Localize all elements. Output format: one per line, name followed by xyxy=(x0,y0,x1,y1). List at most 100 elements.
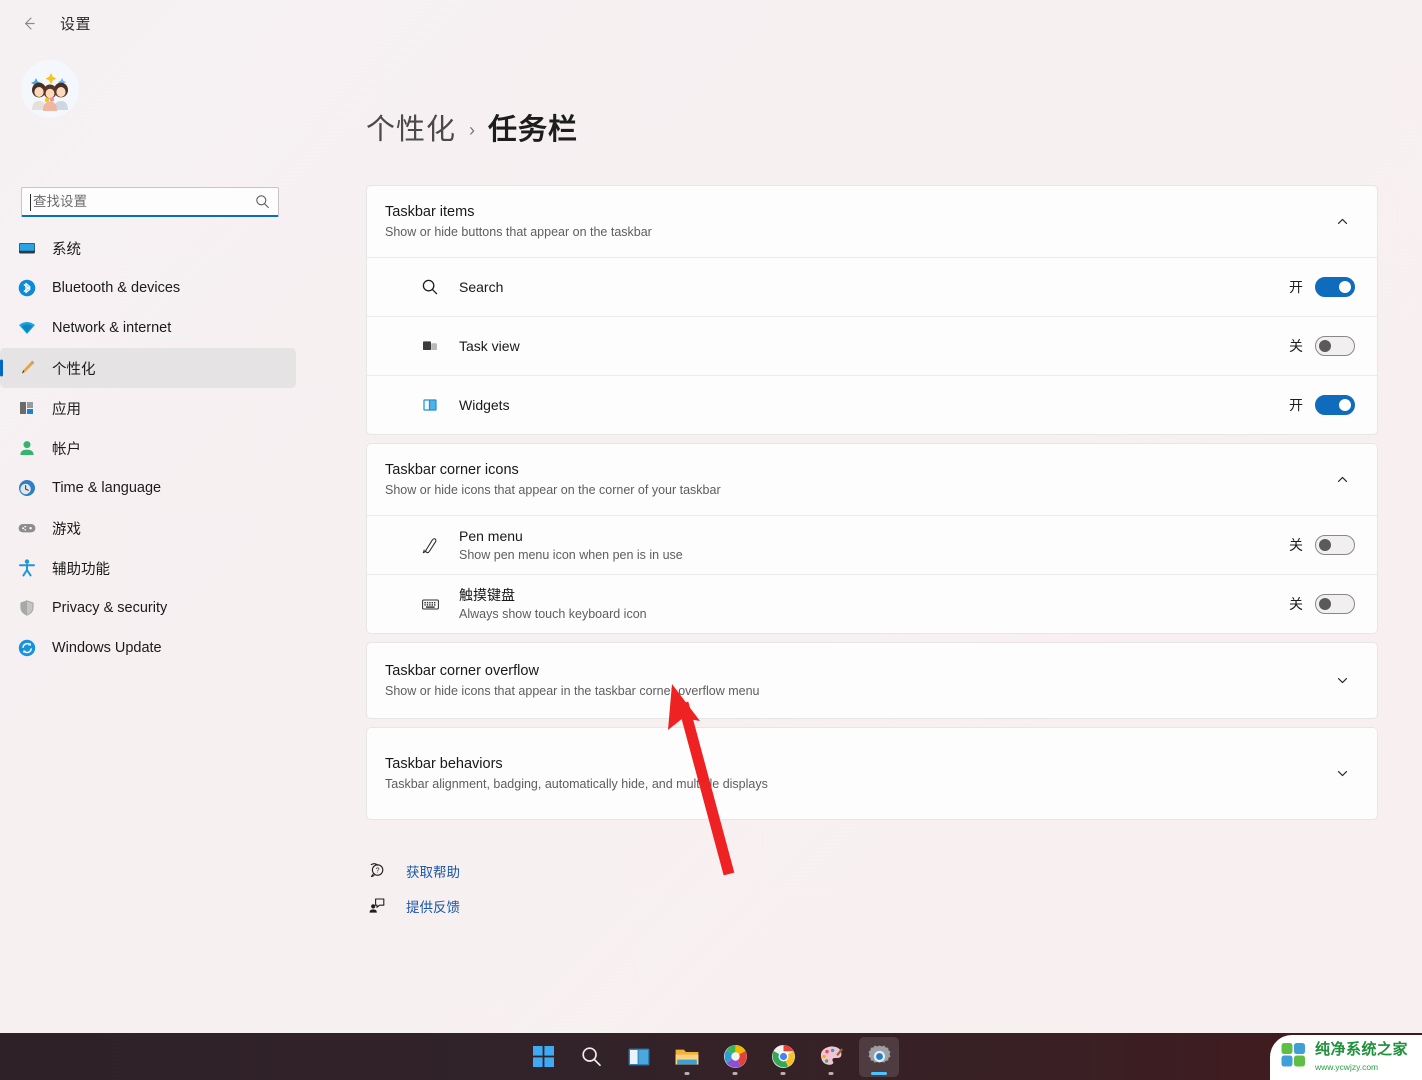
toggle-knob xyxy=(1339,281,1351,293)
chevron-up-icon[interactable] xyxy=(1329,467,1355,493)
row-subtitle: Show pen menu icon when pen is in use xyxy=(459,548,683,562)
sidebar-item-apps[interactable]: 应用 xyxy=(0,388,296,428)
sidebar-item-network-internet[interactable]: Network & internet xyxy=(0,308,296,348)
row-texts: Search xyxy=(459,277,1289,297)
taskbar-chrome-beta-button[interactable] xyxy=(715,1037,755,1077)
link-label: 提供反馈 xyxy=(406,899,460,915)
footer-links: ? 获取帮助 提供反馈 xyxy=(366,856,1378,920)
row-widgets[interactable]: Widgets 开 xyxy=(367,375,1377,434)
widgets-toggle[interactable] xyxy=(1315,395,1355,415)
sidebar-item-windows-update[interactable]: Windows Update xyxy=(0,628,296,668)
bluetooth-icon xyxy=(16,277,38,299)
sidebar-item-gaming[interactable]: 游戏 xyxy=(0,508,296,548)
watermark-texts: 纯净系统之家 www.ycwjzy.com xyxy=(1315,1042,1408,1074)
section-header-texts: Taskbar corner overflow Show or hide ico… xyxy=(385,661,1329,700)
search-input[interactable] xyxy=(22,188,278,215)
chevron-up-icon[interactable] xyxy=(1329,209,1355,235)
section-header[interactable]: Taskbar corner icons Show or hide icons … xyxy=(367,444,1377,515)
row-search[interactable]: Search 开 xyxy=(367,257,1377,316)
time-language-icon xyxy=(16,477,38,499)
sidebar-item-accessibility[interactable]: 辅助功能 xyxy=(0,548,296,588)
breadcrumb: 个性化 › 任务栏 xyxy=(366,46,1378,148)
toggle-knob xyxy=(1319,598,1331,610)
row-pen-menu[interactable]: Pen menu Show pen menu icon when pen is … xyxy=(367,515,1377,574)
toggle-state-label: 开 xyxy=(1289,279,1303,295)
task-view-icon xyxy=(419,335,441,357)
section-title: Taskbar items xyxy=(385,204,475,220)
section-subtitle: Show or hide buttons that appear on the … xyxy=(385,225,652,239)
row-control: 关 xyxy=(1289,535,1355,555)
section-header[interactable]: Taskbar corner overflow Show or hide ico… xyxy=(367,643,1377,718)
section-title: Taskbar corner icons xyxy=(385,462,519,478)
touch-keyboard-icon xyxy=(419,593,441,615)
search-icon[interactable] xyxy=(251,191,273,213)
chevron-down-icon[interactable] xyxy=(1329,761,1355,787)
taskbar-paint-button[interactable] xyxy=(811,1037,851,1077)
sidebar-item-accounts[interactable]: 帐户 xyxy=(0,428,296,468)
touch-keyboard-toggle[interactable] xyxy=(1315,594,1355,614)
sidebar-item-label: Windows Update xyxy=(52,640,162,656)
section-subtitle: Show or hide icons that appear in the ta… xyxy=(385,684,760,698)
get-help-link[interactable]: ? 获取帮助 xyxy=(366,856,1378,885)
accessibility-icon xyxy=(16,557,38,579)
section-subtitle: Show or hide icons that appear on the co… xyxy=(385,483,721,497)
running-indicator xyxy=(684,1071,690,1075)
search-box[interactable] xyxy=(21,187,279,217)
section-subtitle: Taskbar alignment, badging, automaticall… xyxy=(385,777,768,791)
row-texts: Pen menu Show pen menu icon when pen is … xyxy=(459,526,1289,564)
section-header-texts: Taskbar items Show or hide buttons that … xyxy=(385,202,1329,241)
section-header[interactable]: Taskbar behaviors Taskbar alignment, bad… xyxy=(367,728,1377,819)
windows-taskbar xyxy=(0,1033,1422,1080)
row-touch-keyboard[interactable]: 触摸键盘 Always show touch keyboard icon 关 xyxy=(367,574,1377,633)
taskbar-chrome-button[interactable] xyxy=(763,1037,803,1077)
title-bar: 设置 xyxy=(0,0,1422,46)
pen-icon xyxy=(419,534,441,556)
row-title: Task view xyxy=(459,338,520,354)
taskbar-search-button[interactable] xyxy=(571,1037,611,1077)
sidebar-item-privacy-security[interactable]: Privacy & security xyxy=(0,588,296,628)
toggle-state-label: 开 xyxy=(1289,397,1303,413)
section-title: Taskbar behaviors xyxy=(385,756,503,772)
running-indicator xyxy=(732,1071,738,1075)
breadcrumb-parent[interactable]: 个性化 xyxy=(366,106,456,148)
toggle-state-label: 关 xyxy=(1289,537,1303,553)
section-header-texts: Taskbar corner icons Show or hide icons … xyxy=(385,460,1329,499)
taskbar-task-view-button[interactable] xyxy=(619,1037,659,1077)
row-task-view[interactable]: Task view 关 xyxy=(367,316,1377,375)
page-title: 任务栏 xyxy=(488,114,579,146)
task-view-toggle[interactable] xyxy=(1315,336,1355,356)
row-texts: Widgets xyxy=(459,395,1289,415)
sidebar-item-label: 个性化 xyxy=(52,361,96,378)
taskbar-settings-button[interactable] xyxy=(859,1036,899,1077)
give-feedback-link[interactable]: 提供反馈 xyxy=(366,891,1378,920)
site-watermark: 纯净系统之家 www.ycwjzy.com xyxy=(1270,1035,1422,1080)
widgets-icon xyxy=(419,394,441,416)
sidebar-item-bluetooth-devices[interactable]: Bluetooth & devices xyxy=(0,268,296,308)
row-control: 关 xyxy=(1289,594,1355,614)
search-toggle[interactable] xyxy=(1315,277,1355,297)
taskbar-start-button[interactable] xyxy=(523,1037,563,1077)
help-icon: ? xyxy=(366,860,388,882)
sidebar-item-time-language[interactable]: Time & language xyxy=(0,468,296,508)
sidebar-item-label: 辅助功能 xyxy=(52,561,110,578)
taskbar-file-explorer-button[interactable] xyxy=(667,1037,707,1077)
section-taskbar-corner-overflow: Taskbar corner overflow Show or hide ico… xyxy=(366,642,1378,719)
sidebar-item-system[interactable]: 系统 xyxy=(0,228,296,268)
pen-menu-toggle[interactable] xyxy=(1315,535,1355,555)
sidebar-nav: 系统 Bluetooth & devices Network & interne… xyxy=(0,228,304,668)
back-button[interactable] xyxy=(12,8,46,38)
active-indicator xyxy=(871,1071,887,1075)
section-header[interactable]: Taskbar items Show or hide buttons that … xyxy=(367,186,1377,257)
taskbar-items xyxy=(523,1036,899,1077)
sidebar-item-label: Privacy & security xyxy=(52,600,168,616)
sidebar-item-label: 游戏 xyxy=(52,521,81,538)
chevron-down-icon[interactable] xyxy=(1329,668,1355,694)
sidebar-item-personalization[interactable]: 个性化 xyxy=(0,348,296,388)
row-title: Pen menu xyxy=(459,528,523,544)
sidebar-item-label: Time & language xyxy=(52,480,162,496)
text-caret xyxy=(30,194,31,211)
personalization-icon xyxy=(16,357,38,379)
avatar[interactable] xyxy=(21,60,79,118)
section-title: Taskbar corner overflow xyxy=(385,663,539,679)
running-indicator xyxy=(828,1071,834,1075)
